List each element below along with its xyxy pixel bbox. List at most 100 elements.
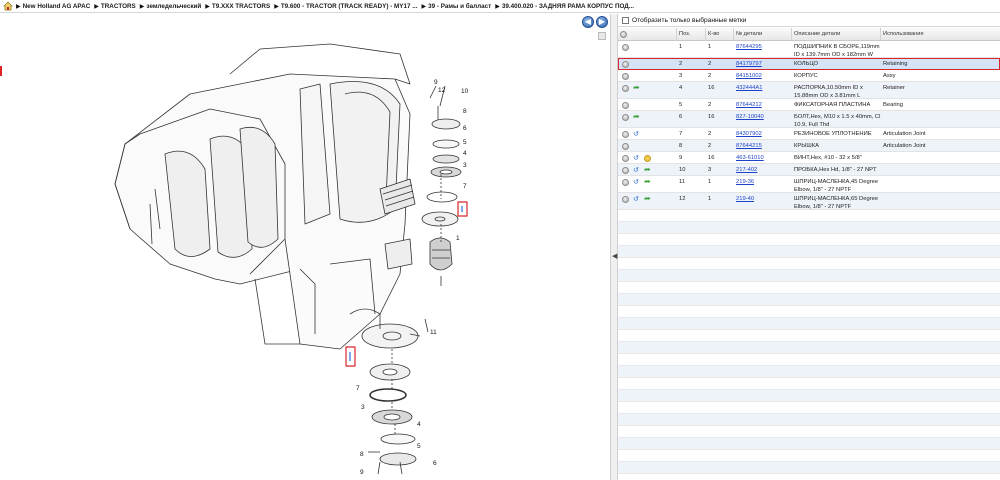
- show-selected-only-label[interactable]: Отобразить только выбранные метки: [632, 17, 746, 24]
- part-number-link[interactable]: 87644212: [736, 99, 762, 109]
- row-info-icon[interactable]: [622, 114, 629, 121]
- callout-5-lower[interactable]: 5: [417, 443, 421, 450]
- row-info-icon[interactable]: [622, 61, 629, 68]
- table-row[interactable]: 1 1 87644295 ПОДШИПНИК В СБОРЕ,119mm ID x 13…: [618, 41, 1000, 58]
- row-description: ШПРИЦ-МАСЛЕНКА,45 Degree Elbow, 1/8" - 27…: [794, 176, 882, 194]
- row-info-icon[interactable]: [622, 102, 629, 109]
- part-number-link[interactable]: 84151002: [736, 70, 762, 80]
- parts-list-panel: Отобразить только выбранные метки Поз. К…: [618, 14, 1000, 480]
- description-line: ШПРИЦ-МАСЛЕНКА,65 Degree: [794, 196, 879, 202]
- table-row[interactable]: ↺ 9 16 463-61010 ВИНТ,Hex, #10 - 32 x 5/8": [618, 152, 1000, 164]
- table-row[interactable]: 8 2 87644215 КРЫШКА Articulation Joint: [618, 140, 1000, 152]
- table-row[interactable]: 3 2 84151002 КОРПУС Assy: [618, 70, 1000, 82]
- row-description: ШПРИЦ-МАСЛЕНКА,65 Degree Elbow, 1/8" - 27…: [794, 193, 882, 211]
- table-row[interactable]: ↺ 7 2 84307902 РЕЗИНОВОЕ УПЛОТНЕНИЕ Articulat…: [618, 128, 1000, 140]
- row-info-icon[interactable]: [622, 143, 629, 150]
- empty-row: [618, 330, 1000, 342]
- table-row[interactable]: ↺ ➦ 11 1 219-36 ШПРИЦ-МАСЛЕНКА,45 Degree Elbow…: [618, 176, 1000, 193]
- row-usage: Assy: [883, 73, 896, 79]
- header-icons: [618, 28, 676, 40]
- row-info-icon[interactable]: [622, 179, 629, 186]
- empty-row: [618, 414, 1000, 426]
- row-info-icon[interactable]: [622, 85, 629, 92]
- replacement-icon[interactable]: ↺: [633, 196, 640, 203]
- part-number-link[interactable]: 219-40: [736, 193, 754, 203]
- show-selected-only-checkbox[interactable]: [622, 16, 629, 24]
- row-info-icon[interactable]: [622, 155, 629, 162]
- link-arrow-icon[interactable]: ➦: [644, 166, 652, 174]
- table-row[interactable]: ↺ ➦ 12 1 219-40 ШПРИЦ-МАСЛЕНКА,65 Degree Elbow…: [618, 193, 1000, 210]
- pane-splitter[interactable]: ◀: [611, 14, 618, 480]
- part-number-link[interactable]: 219-36: [736, 176, 754, 186]
- header-part-no[interactable]: № детали: [733, 28, 791, 40]
- row-info-icon[interactable]: [622, 73, 629, 80]
- callout-7[interactable]: 7: [463, 183, 467, 190]
- callout-8[interactable]: 8: [463, 108, 467, 115]
- empty-row: [618, 402, 1000, 414]
- table-row[interactable]: 5 2 87644212 ФИКСАТОРНАЯ ПЛАСТИНА Bearing: [618, 99, 1000, 111]
- replacement-icon[interactable]: ↺: [633, 179, 640, 186]
- link-arrow-icon[interactable]: ➦: [633, 84, 641, 92]
- callout-12[interactable]: 12: [438, 87, 446, 94]
- collapse-arrow-icon[interactable]: ◀: [612, 252, 617, 260]
- parts-diagram-pane[interactable]: ◀ ▶ 10 12 9 8 6 5 4 3 7 1 11 7 3 4 5 8 9…: [0, 14, 611, 480]
- callout-3[interactable]: 3: [463, 162, 467, 169]
- part-number-link[interactable]: 87644295: [736, 41, 762, 51]
- breadcrumb-item[interactable]: 39.400.020 - ЗАДНЯЯ РАМА КОРПУС ПОД...: [502, 3, 634, 10]
- empty-row: [618, 258, 1000, 270]
- callout-3-lower[interactable]: 3: [361, 404, 365, 411]
- table-row[interactable]: 2 2 84179797 КОЛЬЦО Retaining: [618, 58, 1000, 70]
- callout-11[interactable]: 11: [430, 329, 437, 336]
- callout-9[interactable]: 9: [434, 79, 438, 86]
- empty-row: [618, 306, 1000, 318]
- row-info-icon[interactable]: [622, 131, 629, 138]
- link-arrow-icon[interactable]: ➦: [644, 195, 652, 203]
- part-number-link[interactable]: 463-61010: [736, 152, 764, 162]
- header-usage[interactable]: Использование: [880, 28, 1000, 40]
- row-description: ФИКСАТОРНАЯ ПЛАСТИНА: [794, 99, 882, 109]
- row-info-icon[interactable]: [622, 196, 629, 203]
- row-pos: 9: [679, 155, 683, 161]
- breadcrumb-item[interactable]: New Holland AG APAC: [23, 3, 91, 10]
- callout-10[interactable]: 10: [461, 88, 469, 95]
- note-icon[interactable]: [644, 155, 651, 162]
- row-info-icon[interactable]: [622, 167, 629, 174]
- grid-options-icon[interactable]: [620, 30, 627, 38]
- header-pos[interactable]: Поз.: [676, 28, 705, 40]
- replacement-icon[interactable]: ↺: [633, 131, 640, 138]
- breadcrumb-item[interactable]: 39 - Рамы и балласт: [428, 3, 491, 10]
- part-number-link[interactable]: 84179797: [736, 58, 762, 68]
- breadcrumb-item[interactable]: TRACTORS: [101, 3, 136, 10]
- callout-6-lower[interactable]: 6: [433, 460, 437, 467]
- header-qty[interactable]: К-во: [705, 28, 733, 40]
- part-number-link[interactable]: 432444A1: [736, 82, 762, 92]
- description-line: ПРОБКА,Hex Hd, 1/8" - 27 NPT: [794, 167, 877, 173]
- replacement-icon[interactable]: ↺: [633, 167, 640, 174]
- callout-1[interactable]: 1: [456, 235, 460, 242]
- part-number-link[interactable]: 217-402: [736, 164, 757, 174]
- callout-9-lower[interactable]: 9: [360, 469, 364, 476]
- home-icon[interactable]: [3, 1, 13, 11]
- part-number-link[interactable]: 87644215: [736, 140, 762, 150]
- part-number-link[interactable]: 827-10040: [736, 111, 764, 121]
- callout-6[interactable]: 6: [463, 125, 467, 132]
- part-number-link[interactable]: 84307902: [736, 128, 762, 138]
- header-description[interactable]: Описание детали: [791, 28, 880, 40]
- callout-8-lower[interactable]: 8: [360, 451, 364, 458]
- callout-4-lower[interactable]: 4: [417, 421, 421, 428]
- breadcrumb-item[interactable]: T9.600 - TRACTOR (TRACK READY) - MY17 ..…: [281, 3, 418, 10]
- replacement-icon[interactable]: ↺: [633, 155, 640, 162]
- link-arrow-icon[interactable]: ➦: [644, 178, 652, 186]
- table-row[interactable]: ↺ ➦ 10 3 217-402 ПРОБКА,Hex Hd, 1/8" - 27 NPT: [618, 164, 1000, 176]
- callout-5[interactable]: 5: [463, 139, 467, 146]
- breadcrumb-item[interactable]: T9.XXX TRACTORS: [212, 3, 270, 10]
- table-row[interactable]: ➦ 6 16 827-10040 БОЛТ,Hex, M10 x 1.5 x 40mm,…: [618, 111, 1000, 128]
- callout-7-lower[interactable]: 7: [356, 385, 360, 392]
- callout-4[interactable]: 4: [463, 150, 467, 157]
- link-arrow-icon[interactable]: ➦: [633, 113, 641, 121]
- empty-row: [618, 378, 1000, 390]
- row-info-icon[interactable]: [622, 44, 629, 51]
- empty-row: [618, 270, 1000, 282]
- breadcrumb-item[interactable]: земледельческий: [146, 3, 201, 10]
- table-row[interactable]: ➦ 4 16 432444A1 РАСПОРКА,10.50mm ID x 15.88mm…: [618, 82, 1000, 99]
